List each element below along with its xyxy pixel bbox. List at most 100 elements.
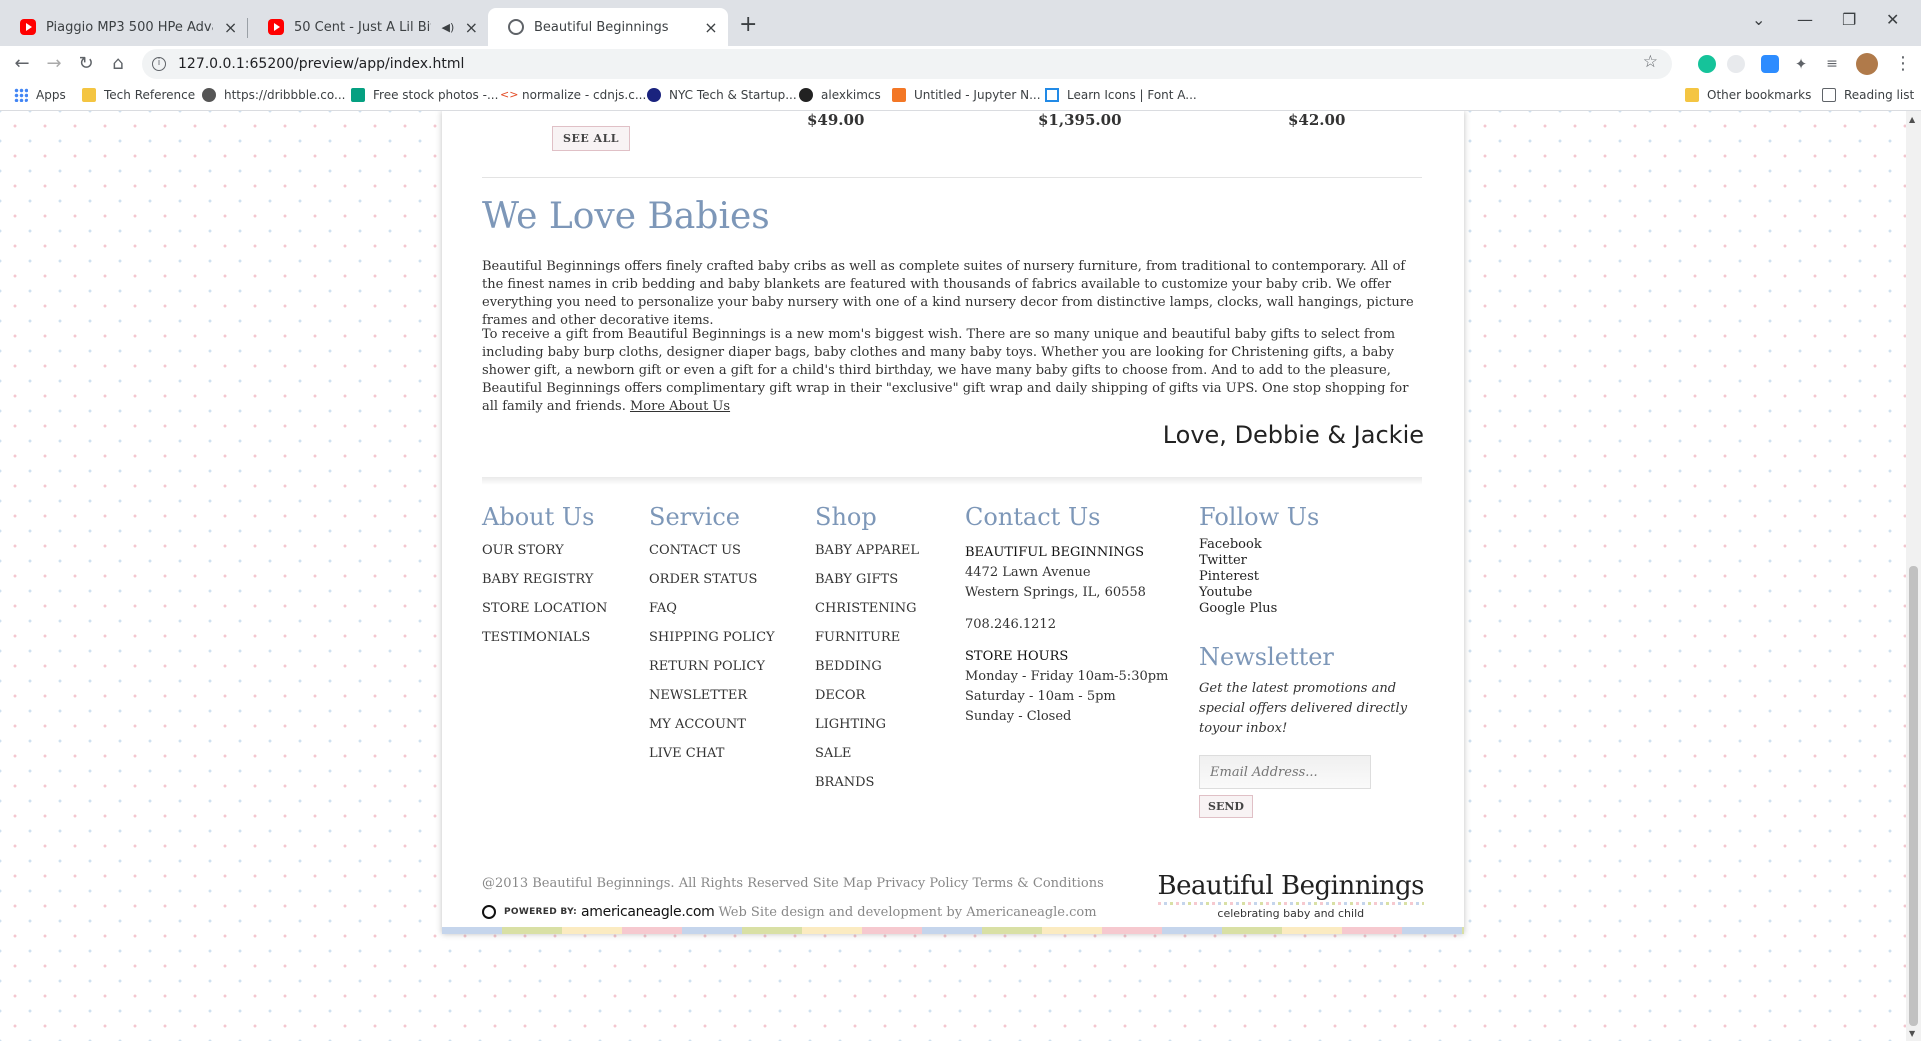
- extensions-puzzle-icon[interactable]: ✦: [1792, 55, 1810, 73]
- address-bar[interactable]: i 127.0.0.1:65200/preview/app/index.html…: [142, 49, 1672, 79]
- footer-link-store-location[interactable]: STORE LOCATION: [482, 601, 607, 630]
- footer-link-contact-us[interactable]: CONTACT US: [649, 543, 775, 572]
- media-control-icon[interactable]: ≡: [1823, 55, 1841, 73]
- speaker-icon[interactable]: ◀): [441, 21, 455, 34]
- bookmark-dribbble[interactable]: https://dribbble.co...: [202, 88, 345, 102]
- reload-button[interactable]: ↻: [72, 50, 100, 78]
- close-window-button[interactable]: ✕: [1886, 10, 1899, 29]
- powered-by-label: POWERED BY:: [504, 907, 578, 917]
- section-divider: [482, 177, 1422, 178]
- bookmark-jupyter[interactable]: Untitled - Jupyter N...: [892, 88, 1041, 102]
- grammarly-icon[interactable]: [1698, 55, 1716, 73]
- footer-link-christening[interactable]: CHRISTENING: [815, 601, 919, 630]
- scrollbar-thumb[interactable]: [1909, 566, 1918, 1026]
- restore-button[interactable]: ❐: [1842, 10, 1856, 29]
- zoom-icon[interactable]: [1761, 55, 1779, 73]
- close-tab-icon[interactable]: ×: [465, 18, 478, 37]
- profile-avatar[interactable]: [1856, 53, 1878, 75]
- footer-link-decor[interactable]: DECOR: [815, 688, 919, 717]
- footer-link-brands[interactable]: BRANDS: [815, 775, 919, 804]
- extension-icon[interactable]: [1727, 55, 1745, 73]
- scroll-down-icon[interactable]: ▼: [1909, 1029, 1915, 1038]
- footer-link-testimonials[interactable]: TESTIMONIALS: [482, 630, 607, 659]
- page-scrollbar[interactable]: ▲ ▼: [1906, 111, 1921, 1041]
- footer-link-lighting[interactable]: LIGHTING: [815, 717, 919, 746]
- youtube-icon: [268, 19, 284, 35]
- folder-icon: [1685, 88, 1699, 102]
- footer-link-return-policy[interactable]: RETURN POLICY: [649, 659, 775, 688]
- bookmark-font-awesome[interactable]: Learn Icons | Font A...: [1045, 88, 1197, 102]
- reading-list[interactable]: Reading list: [1822, 88, 1914, 102]
- americaneagle-logo[interactable]: americaneagle.com: [581, 904, 715, 920]
- tab-strip: Piaggio MP3 500 HPe Advanced × 50 Cent -…: [0, 0, 1921, 46]
- scroll-up-icon[interactable]: ▲: [1909, 115, 1915, 124]
- footer-service: Service CONTACT US ORDER STATUS FAQ SHIP…: [649, 503, 775, 775]
- follow-link-youtube[interactable]: Youtube: [1199, 585, 1439, 601]
- footer-link-furniture[interactable]: FURNITURE: [815, 630, 919, 659]
- footer-about-us: About Us OUR STORY BABY REGISTRY STORE L…: [482, 503, 607, 659]
- footer-shop: Shop BABY APPAREL BABY GIFTS CHRISTENING…: [815, 503, 919, 804]
- footer-link-bedding[interactable]: BEDDING: [815, 659, 919, 688]
- bookmark-label: Reading list: [1844, 88, 1915, 102]
- bookmark-apps[interactable]: Apps: [14, 88, 66, 102]
- footer-color-strip: [442, 927, 1464, 934]
- bookmark-free-stock-photos[interactable]: Free stock photos -...: [351, 88, 498, 102]
- send-button[interactable]: SEND: [1199, 795, 1253, 818]
- follow-link-google-plus[interactable]: Google Plus: [1199, 601, 1439, 617]
- contact-phone[interactable]: 708.246.1212: [965, 615, 1168, 635]
- tab-piaggio[interactable]: Piaggio MP3 500 HPe Advanced ×: [0, 8, 248, 46]
- bookmark-nyc-tech[interactable]: NYC Tech & Startup...: [647, 88, 797, 102]
- bookmark-alexkimcs[interactable]: alexkimcs: [799, 88, 881, 102]
- footer-link-our-story[interactable]: OUR STORY: [482, 543, 607, 572]
- tab-50-cent[interactable]: 50 Cent - Just A Lil Bit (Offici ◀) ×: [248, 8, 488, 46]
- footer-link-live-chat[interactable]: LIVE CHAT: [649, 746, 775, 775]
- back-button[interactable]: ←: [8, 50, 36, 78]
- bookmark-normalize[interactable]: <> normalize - cdnjs.c...: [500, 88, 646, 102]
- apps-grid-icon: [14, 88, 28, 102]
- site-logo[interactable]: Beautiful Beginnings celebrating baby an…: [1157, 871, 1425, 920]
- follow-link-pinterest[interactable]: Pinterest: [1199, 569, 1439, 585]
- other-bookmarks[interactable]: Other bookmarks: [1685, 88, 1811, 102]
- close-tab-icon[interactable]: ×: [223, 18, 238, 37]
- follow-link-twitter[interactable]: Twitter: [1199, 553, 1439, 569]
- footer-link-my-account[interactable]: MY ACCOUNT: [649, 717, 775, 746]
- pexels-icon: [351, 88, 365, 102]
- store-hours-line: Saturday - 10am - 5pm: [965, 689, 1116, 704]
- footer-heading: About Us: [482, 503, 595, 531]
- new-tab-button[interactable]: +: [739, 12, 757, 37]
- bookmark-label: Untitled - Jupyter N...: [914, 88, 1041, 102]
- bookmark-label: Apps: [36, 88, 66, 102]
- footer-link-sale[interactable]: SALE: [815, 746, 919, 775]
- email-field[interactable]: [1199, 755, 1371, 789]
- footer-link-faq[interactable]: FAQ: [649, 601, 775, 630]
- close-tab-icon[interactable]: ×: [704, 18, 718, 37]
- about-paragraph-2-text: To receive a gift from Beautiful Beginni…: [482, 327, 1409, 414]
- logo-subtitle: celebrating baby and child: [1217, 907, 1365, 920]
- youtube-icon: [20, 19, 36, 35]
- tab-beautiful-beginnings[interactable]: Beautiful Beginnings ×: [488, 8, 728, 46]
- bookmark-star-icon[interactable]: ☆: [1643, 52, 1658, 72]
- footer-link-shipping-policy[interactable]: SHIPPING POLICY: [649, 630, 775, 659]
- menu-kebab-icon[interactable]: ⋮: [1889, 50, 1917, 78]
- footer-link-baby-gifts[interactable]: BABY GIFTS: [815, 572, 919, 601]
- more-about-us-link[interactable]: More About Us: [630, 399, 730, 414]
- footer-link-newsletter[interactable]: NEWSLETTER: [649, 688, 775, 717]
- see-all-button[interactable]: SEE ALL: [552, 126, 631, 151]
- footer-link-baby-registry[interactable]: BABY REGISTRY: [482, 572, 607, 601]
- about-title: We Love Babies: [482, 196, 770, 237]
- tab-title: Piaggio MP3 500 HPe Advanced: [46, 19, 213, 35]
- logo-title: Beautiful Beginnings: [1157, 871, 1425, 901]
- powered-by: POWERED BY: americaneagle.com Web Site d…: [482, 904, 1097, 920]
- minimize-button[interactable]: —: [1797, 10, 1813, 29]
- footer-link-baby-apparel[interactable]: BABY APPAREL: [815, 543, 919, 572]
- follow-link-facebook[interactable]: Facebook: [1199, 537, 1439, 553]
- site-info-icon[interactable]: i: [152, 57, 166, 71]
- reading-list-icon: [1822, 88, 1836, 102]
- tab-search-icon[interactable]: ⌄: [1752, 10, 1765, 29]
- bookmark-tech-reference[interactable]: Tech Reference: [82, 88, 195, 102]
- footer-link-order-status[interactable]: ORDER STATUS: [649, 572, 775, 601]
- home-button[interactable]: ⌂: [104, 50, 132, 78]
- power-icon: [482, 905, 496, 919]
- forward-button[interactable]: →: [40, 50, 68, 78]
- contact-address-2: Western Springs, IL, 60558: [965, 585, 1146, 600]
